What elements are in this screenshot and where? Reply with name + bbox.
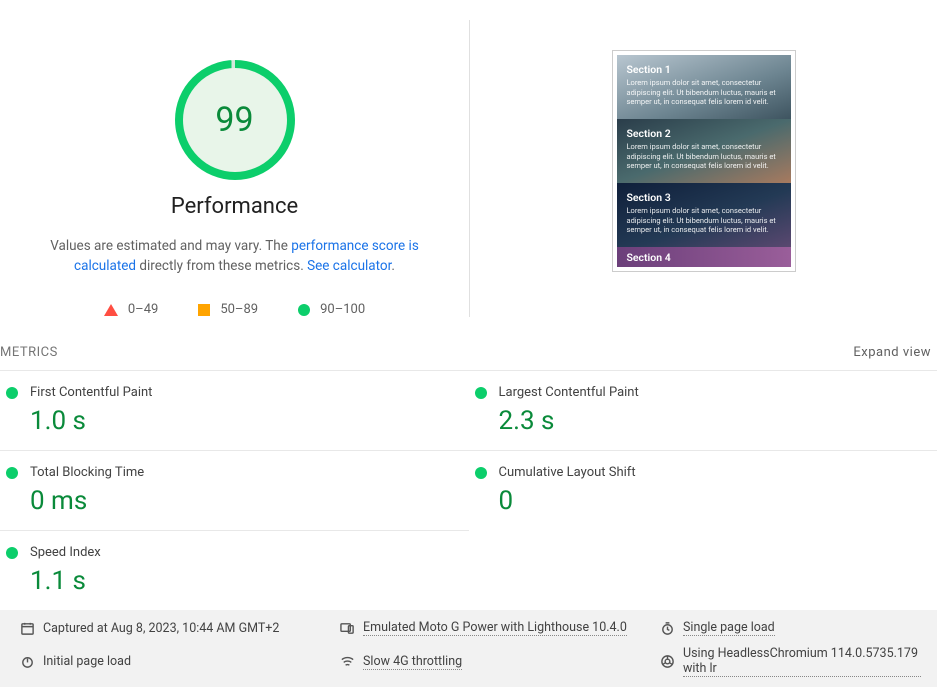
performance-score: 99 <box>175 60 295 180</box>
footer-emulated[interactable]: Emulated Moto G Power with Lighthouse 10… <box>340 620 650 636</box>
metric-tbt[interactable]: Total Blocking Time 0 ms <box>0 450 469 530</box>
triangle-icon <box>104 304 118 316</box>
metric-value: 1.1 s <box>6 566 469 596</box>
metric-value: 1.0 s <box>6 406 469 436</box>
metric-cls[interactable]: Cumulative Layout Shift 0 <box>469 450 937 530</box>
metric-label: First Contentful Paint <box>30 385 152 400</box>
legend-average: 50–89 <box>198 302 258 317</box>
timer-icon <box>660 621 675 636</box>
runtime-footer: Captured at Aug 8, 2023, 10:44 AM GMT+2 … <box>0 610 937 687</box>
pass-icon <box>475 467 487 479</box>
score-legend: 0–49 50–89 90–100 <box>104 302 365 317</box>
metric-value: 2.3 s <box>475 406 937 436</box>
metrics-heading: METRICS <box>0 345 58 360</box>
footer-throttling[interactable]: Slow 4G throttling <box>340 646 650 677</box>
metric-label: Speed Index <box>30 545 101 560</box>
see-calculator-link[interactable]: See calculator <box>307 258 391 274</box>
legend-fail: 0–49 <box>104 302 158 317</box>
square-icon <box>198 304 210 316</box>
performance-description: Values are estimated and may vary. The p… <box>0 237 469 276</box>
performance-title: Performance <box>171 194 298 219</box>
calendar-icon <box>20 621 35 636</box>
footer-initial-load: Initial page load <box>20 646 330 677</box>
metric-value: 0 <box>475 486 937 516</box>
page-screenshot: Section 1Lorem ipsum dolor sit amet, con… <box>612 50 796 272</box>
pass-icon <box>6 547 18 559</box>
metric-label: Largest Contentful Paint <box>499 385 639 400</box>
footer-single-page[interactable]: Single page load <box>660 620 921 636</box>
pass-icon <box>6 467 18 479</box>
metric-lcp[interactable]: Largest Contentful Paint 2.3 s <box>469 370 937 450</box>
circle-icon <box>298 304 310 316</box>
footer-browser[interactable]: Using HeadlessChromium 114.0.5735.179 wi… <box>660 646 921 677</box>
legend-pass: 90–100 <box>298 302 365 317</box>
metric-si[interactable]: Speed Index 1.1 s <box>0 530 469 610</box>
metric-label: Cumulative Layout Shift <box>499 465 636 480</box>
pass-icon <box>475 387 487 399</box>
expand-view-button[interactable]: Expand view <box>853 345 931 360</box>
performance-gauge: 99 <box>175 60 295 180</box>
metric-value: 0 ms <box>6 486 469 516</box>
devices-icon <box>340 621 355 636</box>
metric-fcp[interactable]: First Contentful Paint 1.0 s <box>0 370 469 450</box>
pass-icon <box>6 387 18 399</box>
footer-captured: Captured at Aug 8, 2023, 10:44 AM GMT+2 <box>20 620 330 636</box>
metric-label: Total Blocking Time <box>30 465 144 480</box>
